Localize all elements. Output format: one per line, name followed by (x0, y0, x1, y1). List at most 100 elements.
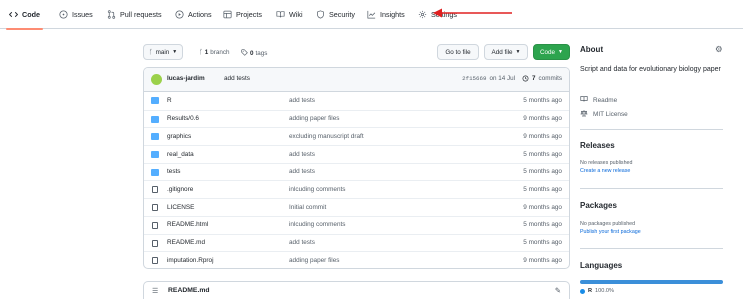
file-commit-message[interactable]: adding paper files (289, 115, 339, 122)
commit-count-word[interactable]: commits (539, 75, 562, 84)
table-row[interactable]: .gitignore inlcuding comments 5 months ago (144, 180, 569, 198)
tab-label: Projects (236, 10, 262, 19)
commit-message[interactable]: add tests (224, 75, 250, 82)
tab-label: Insights (380, 10, 405, 19)
file-commit-message[interactable]: inlcuding comments (289, 186, 345, 193)
tag-icon (241, 49, 248, 58)
folder-icon (151, 97, 159, 104)
file-name[interactable]: real_data (167, 151, 194, 158)
file-commit-message[interactable]: inlcuding comments (289, 221, 345, 228)
file-commit-message[interactable]: add tests (289, 151, 315, 158)
divider (580, 248, 723, 249)
table-row[interactable]: tests add tests 5 months ago (144, 162, 569, 181)
gear-icon[interactable]: ⚙ (715, 44, 723, 55)
code-icon (9, 10, 18, 19)
releases-heading[interactable]: Releases (580, 141, 615, 150)
file-icon (152, 221, 158, 229)
file-name[interactable]: README.html (167, 221, 208, 228)
tags-link[interactable]: 0 tags (241, 49, 267, 58)
license-link[interactable]: MIT License (580, 109, 628, 119)
file-name[interactable]: graphics (167, 133, 191, 140)
history-icon (522, 75, 529, 84)
create-release-link[interactable]: Create a new release (580, 168, 630, 174)
annotation-arrow-icon (433, 8, 512, 18)
file-commit-time: 9 months ago (523, 256, 562, 264)
pencil-icon[interactable]: ✎ (555, 286, 561, 295)
readme-label: Readme (593, 96, 618, 104)
book-icon (276, 10, 285, 19)
file-name[interactable]: imputation.Rproj (167, 257, 214, 264)
file-list: lucas-jardim add tests 2f15669 on 14 Jul… (143, 67, 570, 269)
file-commit-time: 5 months ago (523, 221, 562, 229)
gear-icon (418, 10, 427, 19)
tab-actions[interactable]: Actions (175, 0, 212, 29)
file-name[interactable]: Results/0.6 (167, 115, 199, 122)
file-name[interactable]: R (167, 97, 172, 104)
commit-date: on 14 Jul (489, 75, 516, 82)
table-row[interactable]: Results/0.6 adding paper files 9 months ag… (144, 109, 569, 128)
code-button[interactable]: Code ▼ (533, 44, 570, 60)
branch-name: main (155, 48, 170, 56)
file-commit-message[interactable]: Initial commit (289, 204, 326, 211)
file-rows: Radd tests 5 months ago Results/0.6 adding … (144, 92, 569, 268)
file-name[interactable]: tests (167, 168, 181, 175)
list-icon[interactable]: ☰ (152, 287, 158, 295)
file-name[interactable]: README.md (167, 239, 205, 246)
tab-security[interactable]: Security (316, 0, 355, 29)
file-commit-time: 5 months ago (523, 185, 562, 193)
file-commit-time: 9 months ago (523, 203, 562, 211)
table-row[interactable]: real_data add tests 5 months ago (144, 145, 569, 163)
table-row[interactable]: graphics excluding manuscript draft 9 mont… (144, 127, 569, 145)
readme-title: README.md (168, 287, 210, 294)
go-to-file-label: Go to file (445, 48, 471, 56)
folder-icon (151, 151, 159, 159)
avatar[interactable] (151, 74, 162, 85)
go-to-file-button[interactable]: Go to file (437, 44, 479, 60)
branch-icon: ᚴ (199, 49, 203, 56)
table-row[interactable]: README.html inlcuding comments 5 months ag… (144, 215, 569, 234)
no-packages-text: No packages published (580, 221, 636, 227)
file-commit-message[interactable]: adding paper files (289, 257, 339, 264)
tab-insights[interactable]: Insights (367, 0, 405, 29)
commit-sha[interactable]: 2f15669 (462, 75, 486, 84)
table-row[interactable]: Radd tests 5 months ago (144, 92, 569, 110)
commit-author[interactable]: lucas-jardim (167, 75, 205, 82)
branch-word: branch (210, 49, 230, 56)
file-name[interactable]: .gitignore (167, 186, 193, 193)
table-row[interactable]: README.md add tests 5 months ago (144, 233, 569, 252)
tab-pull-requests[interactable]: Pull requests (107, 0, 162, 29)
tab-wiki[interactable]: Wiki (276, 0, 303, 29)
tab-projects[interactable]: Projects (223, 0, 262, 29)
file-commit-time: 5 months ago (523, 239, 562, 246)
file-name[interactable]: LICENSE (167, 204, 194, 211)
branches-link[interactable]: ᚴ 1 branch (199, 49, 230, 56)
table-row[interactable]: LICENSE Initial commit 9 months ago (144, 198, 569, 216)
readme-link[interactable]: Readme (580, 95, 617, 105)
publish-package-link[interactable]: Publish your first package (580, 229, 641, 235)
add-file-button[interactable]: Add file ▼ (484, 44, 528, 60)
tab-label: Security (329, 10, 355, 19)
file-commit-time: 5 months ago (523, 168, 562, 176)
packages-heading[interactable]: Packages (580, 201, 617, 210)
commit-count[interactable]: 7 (532, 75, 536, 84)
table-row[interactable]: imputation.Rproj adding paper files 9 mont… (144, 251, 569, 268)
tab-issues[interactable]: Issues (59, 0, 93, 29)
play-icon (175, 10, 184, 19)
tab-code[interactable]: Code (6, 0, 43, 30)
file-commit-time: 5 months ago (523, 150, 562, 158)
repo-description: Script and data for evolutionary biology… (580, 66, 721, 73)
file-commit-message[interactable]: add tests (289, 97, 315, 104)
chevron-down-icon: ▼ (172, 49, 178, 55)
file-commit-message[interactable]: excluding manuscript draft (289, 133, 364, 140)
language-color-dot (580, 288, 585, 294)
file-commit-message[interactable]: add tests (289, 168, 315, 175)
tab-label: Wiki (289, 10, 303, 19)
tab-label: Code (22, 10, 40, 19)
branch-select-button[interactable]: ᚴ main ▼ (143, 44, 183, 60)
language-item[interactable]: R 100.0% (580, 288, 614, 294)
repo-nav: Code Issues Pull requests Actions Projec… (0, 0, 743, 30)
file-commit-time: 5 months ago (523, 96, 562, 104)
no-releases-text: No releases published (580, 160, 633, 166)
chevron-down-icon: ▼ (515, 49, 521, 55)
file-commit-message[interactable]: add tests (289, 239, 315, 246)
